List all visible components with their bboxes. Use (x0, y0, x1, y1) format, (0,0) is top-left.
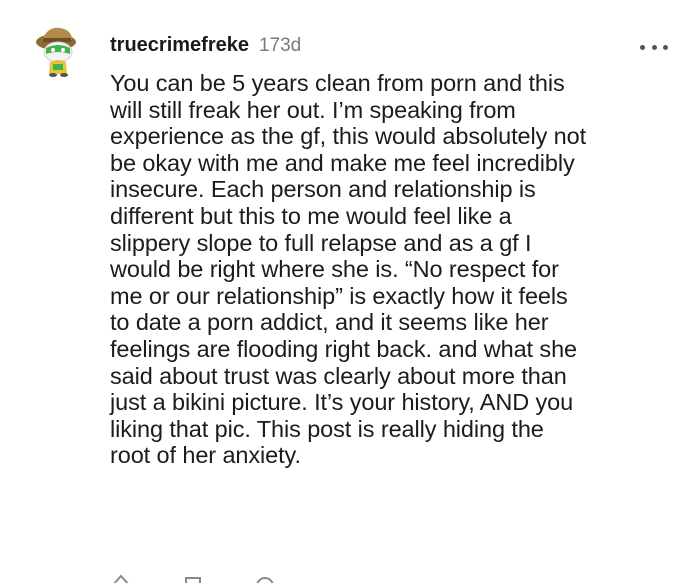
dot (651, 44, 657, 50)
snoo-avatar-icon[interactable] (34, 24, 84, 80)
username-link[interactable]: truecrimefreke (110, 34, 249, 57)
comment-body: You can be 5 years clean from porn and t… (110, 70, 587, 469)
comment: truecrimefreke 173d You can be 5 years c… (0, 0, 700, 583)
comment-age: 173d (258, 35, 302, 56)
dot (663, 44, 668, 50)
dot (640, 44, 645, 50)
more-horizontal-icon[interactable] (640, 40, 668, 54)
comment-header: truecrimefreke 173d (110, 34, 301, 60)
reply-icon[interactable] (182, 574, 204, 583)
comment-actions (110, 574, 276, 583)
upvote-icon[interactable] (110, 574, 132, 583)
award-icon[interactable] (254, 574, 276, 583)
